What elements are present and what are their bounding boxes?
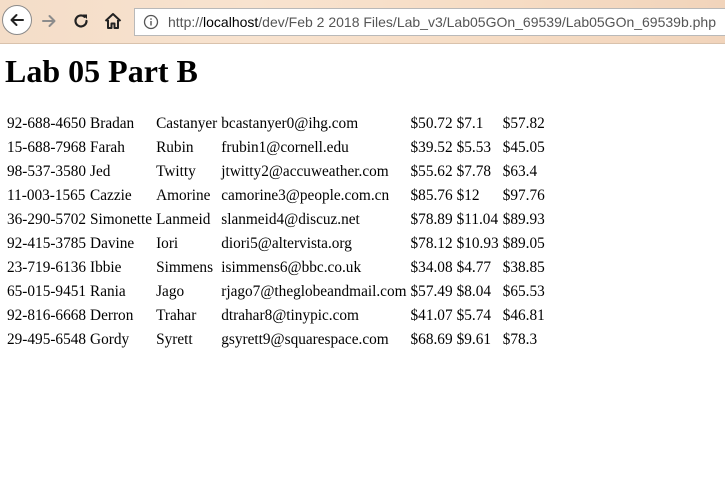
cell-last: Iori bbox=[156, 235, 179, 252]
cell-last: Rubin bbox=[156, 139, 194, 156]
cell-email: dtrahar8@tinypic.com bbox=[221, 307, 359, 324]
cell-amount: $39.52 bbox=[410, 139, 453, 156]
cell-first: Derron bbox=[90, 307, 134, 324]
cell-email: rjago7@theglobeandmail.com bbox=[221, 283, 407, 300]
table-row: 23-719-6136 Ibbie Simmens isimmens6@bbc.co.… bbox=[5, 256, 547, 280]
cell-total: $46.81 bbox=[502, 307, 545, 324]
cell-amount: $34.08 bbox=[410, 259, 453, 276]
cell-last: Simmens bbox=[156, 259, 214, 276]
cell-total: $78.3 bbox=[502, 331, 538, 348]
cell-tax: $5.53 bbox=[456, 139, 492, 156]
cell-first: Farah bbox=[90, 139, 125, 156]
cell-tax: $10.93 bbox=[456, 235, 499, 252]
cell-phone: 23-719-6136 bbox=[7, 259, 87, 276]
cell-tax: $4.77 bbox=[456, 259, 492, 276]
back-button[interactable] bbox=[2, 5, 32, 35]
url-text[interactable]: http://localhost/dev/Feb 2 2018 Files/La… bbox=[168, 14, 716, 30]
cell-last: Castanyer bbox=[156, 115, 218, 132]
cell-email: gsyrett9@squarespace.com bbox=[221, 331, 389, 348]
table-row: 92-688-4650 Bradan Castanyer bcastanyer0@ih… bbox=[5, 112, 547, 136]
table-row: 92-415-3785 Davine Iori diori5@altervista.o… bbox=[5, 232, 547, 256]
cell-tax: $12 bbox=[456, 187, 480, 204]
cell-total: $65.53 bbox=[502, 283, 545, 300]
cell-phone: 65-015-9451 bbox=[7, 283, 87, 300]
cell-phone: 92-816-6668 bbox=[7, 307, 87, 324]
cell-email: diori5@altervista.org bbox=[221, 235, 352, 252]
cell-email: camorine3@people.com.cn bbox=[221, 187, 390, 204]
cell-last: Jago bbox=[156, 283, 185, 300]
cell-tax: $8.04 bbox=[456, 283, 492, 300]
table-row: 36-290-5702 Simonette Lanmeid slanmeid4@dis… bbox=[5, 208, 547, 232]
forward-button[interactable] bbox=[34, 6, 64, 36]
cell-amount: $50.72 bbox=[410, 115, 453, 132]
cell-email: isimmens6@bbc.co.uk bbox=[221, 259, 362, 276]
cell-phone: 11-003-1565 bbox=[7, 187, 86, 204]
address-bar[interactable]: http://localhost/dev/Feb 2 2018 Files/La… bbox=[134, 8, 725, 36]
cell-tax: $7.1 bbox=[456, 115, 484, 132]
cell-first: Jed bbox=[90, 163, 111, 180]
cell-email: slanmeid4@discuz.net bbox=[221, 211, 360, 228]
cell-tax: $5.74 bbox=[456, 307, 492, 324]
cell-last: Amorine bbox=[156, 187, 211, 204]
cell-amount: $78.12 bbox=[410, 235, 453, 252]
table-row: 92-816-6668 Derron Trahar dtrahar8@tinypic.… bbox=[5, 304, 547, 328]
cell-total: $89.93 bbox=[502, 211, 545, 228]
cell-amount: $78.89 bbox=[410, 211, 453, 228]
cell-total: $89.05 bbox=[502, 235, 545, 252]
table-row: 11-003-1565 Cazzie Amorine camorine3@people… bbox=[5, 184, 547, 208]
cell-amount: $85.76 bbox=[410, 187, 453, 204]
cell-email: bcastanyer0@ihg.com bbox=[221, 115, 359, 132]
table-row: 29-495-6548 Gordy Syrett gsyrett9@squarespa… bbox=[5, 328, 547, 352]
cell-first: Gordy bbox=[90, 331, 130, 348]
table-row: 15-688-7968 Farah Rubin frubin1@cornell.edu… bbox=[5, 136, 547, 160]
browser-toolbar: http://localhost/dev/Feb 2 2018 Files/La… bbox=[0, 0, 725, 44]
table-row: 98-537-3580 Jed Twitty jtwitty2@accuweather… bbox=[5, 160, 547, 184]
cell-first: Cazzie bbox=[90, 187, 132, 204]
cell-first: Simonette bbox=[90, 211, 153, 228]
home-icon bbox=[104, 13, 122, 29]
cell-first: Davine bbox=[90, 235, 135, 252]
cell-total: $63.4 bbox=[502, 163, 538, 180]
cell-amount: $68.69 bbox=[410, 331, 453, 348]
cell-amount: $41.07 bbox=[410, 307, 453, 324]
cell-email: jtwitty2@accuweather.com bbox=[221, 163, 389, 180]
cell-phone: 36-290-5702 bbox=[7, 211, 87, 228]
forward-arrow-icon bbox=[42, 15, 56, 27]
cell-phone: 92-415-3785 bbox=[7, 235, 87, 252]
cell-last: Twitty bbox=[156, 163, 196, 180]
cell-first: Bradan bbox=[90, 115, 135, 132]
cell-email: frubin1@cornell.edu bbox=[221, 139, 349, 156]
back-arrow-icon bbox=[10, 14, 24, 26]
cell-last: Trahar bbox=[156, 307, 197, 324]
table-row: 65-015-9451 Rania Jago rjago7@theglobeandma… bbox=[5, 280, 547, 304]
cell-phone: 98-537-3580 bbox=[7, 163, 87, 180]
cell-tax: $9.61 bbox=[456, 331, 492, 348]
cell-first: Ibbie bbox=[90, 259, 122, 276]
cell-first: Rania bbox=[90, 283, 126, 300]
page-title: Lab 05 Part B bbox=[5, 53, 198, 89]
cell-last: Syrett bbox=[156, 331, 193, 348]
cell-tax: $7.78 bbox=[456, 163, 492, 180]
home-button[interactable] bbox=[98, 6, 128, 36]
cell-phone: 15-688-7968 bbox=[7, 139, 87, 156]
cell-tax: $11.04 bbox=[456, 211, 499, 228]
cell-total: $57.82 bbox=[502, 115, 545, 132]
cell-total: $38.85 bbox=[502, 259, 545, 276]
cell-phone: 92-688-4650 bbox=[7, 115, 87, 132]
info-icon[interactable] bbox=[143, 14, 159, 30]
cell-total: $45.05 bbox=[502, 139, 545, 156]
reload-icon bbox=[74, 14, 88, 28]
cell-phone: 29-495-6548 bbox=[7, 331, 87, 348]
reload-button[interactable] bbox=[66, 6, 96, 36]
cell-total: $97.76 bbox=[502, 187, 545, 204]
customer-table: 92-688-4650 Bradan Castanyer bcastanyer0@ih… bbox=[5, 112, 547, 352]
cell-amount: $55.62 bbox=[410, 163, 453, 180]
cell-last: Lanmeid bbox=[156, 211, 211, 228]
cell-amount: $57.49 bbox=[410, 283, 453, 300]
